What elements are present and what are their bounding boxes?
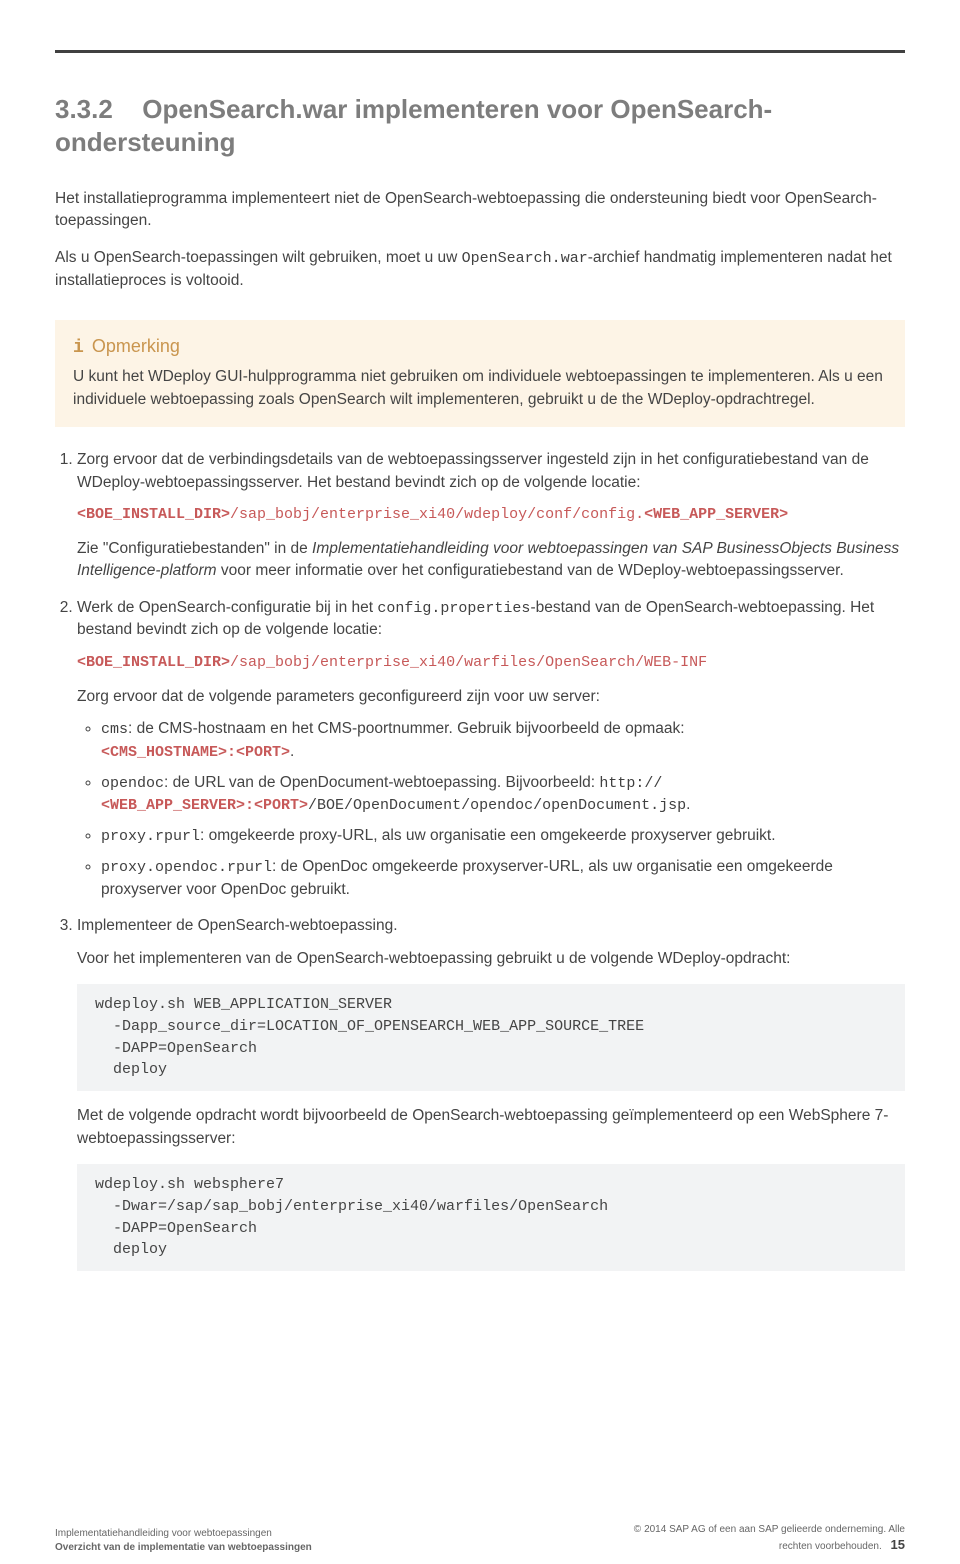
step1-after-post: voor meer informatie over het configurat…: [217, 562, 844, 579]
step1-after-pre: Zie "Configuratiebestanden" in de: [77, 540, 312, 557]
step1-path-var2: <WEB_APP_SERVER>: [644, 506, 788, 523]
bullet-opendoc-code: opendoc: [101, 775, 164, 792]
bullet-opendoc-http: http://: [599, 775, 662, 792]
step-2: Werk de OpenSearch-configuratie bij in h…: [77, 597, 905, 901]
copyright-icon: ©: [634, 1523, 641, 1537]
footer-right-line2: rechten voorbehouden. 15: [634, 1536, 905, 1554]
codeblock-1: wdeploy.sh WEB_APPLICATION_SERVER -Dapp_…: [77, 984, 905, 1091]
footer-r1-text: 2014 SAP AG of een aan SAP gelieerde ond…: [644, 1524, 905, 1535]
note-text: U kunt het WDeploy GUI-hulpprogramma nie…: [73, 366, 887, 411]
bullet-cms-t1: : de CMS-hostnaam en het CMS-poortnummer…: [128, 720, 685, 737]
step3-sub: Voor het implementeren van de OpenSearch…: [77, 948, 905, 970]
footer-r2-text: rechten voorbehouden.: [779, 1541, 882, 1552]
step2-code: config.properties: [377, 600, 530, 617]
para-2: Als u OpenSearch-toepassingen wilt gebru…: [55, 247, 905, 292]
para2-pre: Als u OpenSearch-toepassingen wilt gebru…: [55, 249, 462, 266]
note-title: i Opmerking: [73, 336, 887, 358]
info-icon: i: [73, 338, 84, 358]
bullet-cms-fmt: <CMS_HOSTNAME>:<PORT>: [101, 744, 290, 761]
top-rule: [55, 50, 905, 53]
note-label: Opmerking: [92, 336, 180, 356]
step2-params-intro: Zorg ervoor dat de volgende parameters g…: [77, 688, 600, 705]
bullet-proxyopendoc: proxy.opendoc.rpurl: de OpenDoc omgekeer…: [101, 856, 905, 901]
step1-path-var1: <BOE_INSTALL_DIR>: [77, 506, 230, 523]
bullet-cms-code: cms: [101, 721, 128, 738]
step2-bullets: cms: de CMS-hostnaam en het CMS-poortnum…: [77, 718, 905, 901]
section-number: 3.3.2: [55, 93, 135, 126]
section-title-l1: OpenSearch.war implementeren voor OpenSe…: [142, 94, 772, 124]
bullet-cms-t3: .: [290, 743, 294, 760]
bullet-proxy-code: proxy.rpurl: [101, 828, 200, 845]
bullet-opendoc: opendoc: de URL van de OpenDocument-webt…: [101, 772, 905, 818]
bullet-cms: cms: de CMS-hostnaam en het CMS-poortnum…: [101, 718, 905, 764]
section-title-l2: ondersteuning: [55, 127, 236, 157]
step1-text: Zorg ervoor dat de verbindingsdetails va…: [77, 451, 869, 490]
footer-left-line1: Implementatiehandleiding voor webtoepass…: [55, 1527, 312, 1541]
bullet-opendoc-server: <WEB_APP_SERVER>:<PORT>: [101, 797, 308, 814]
inline-code-opensearchwar: OpenSearch.war: [462, 250, 588, 267]
step2-path: <BOE_INSTALL_DIR>/sap_bobj/enterprise_xi…: [77, 652, 905, 674]
step-1: Zorg ervoor dat de verbindingsdetails va…: [77, 449, 905, 583]
bullet-opendoc-pathrest: /BOE/OpenDocument/opendoc/openDocument.j…: [308, 797, 686, 814]
bullet-proxy: proxy.rpurl: omgekeerde proxy-URL, als u…: [101, 825, 905, 848]
bullet-opendoc-t5: .: [686, 796, 690, 813]
note-box: i Opmerking U kunt het WDeploy GUI-hulppr…: [55, 320, 905, 427]
page-footer: Implementatiehandleiding voor webtoepass…: [55, 1507, 905, 1564]
footer-right-line1: ©2014 SAP AG of een aan SAP gelieerde on…: [634, 1523, 905, 1537]
intro-paragraph: Het installatieprogramma implementeert n…: [55, 188, 905, 233]
bullet-proxyopendoc-code: proxy.opendoc.rpurl: [101, 859, 272, 876]
bullet-proxy-t1: : omgekeerde proxy-URL, als uw organisat…: [200, 827, 776, 844]
step1-path: <BOE_INSTALL_DIR>/sap_bobj/enterprise_xi…: [77, 504, 905, 526]
step-3: Implementeer de OpenSearch-webtoepassing…: [77, 915, 905, 1271]
step3-mid: Met de volgende opdracht wordt bijvoorbe…: [77, 1105, 905, 1150]
footer-left-line2: Overzicht van de implementatie van webto…: [55, 1541, 312, 1555]
step2-path-var: <BOE_INSTALL_DIR>: [77, 654, 230, 671]
page-number: 15: [891, 1537, 905, 1552]
footer-right: ©2014 SAP AG of een aan SAP gelieerde on…: [634, 1523, 905, 1554]
codeblock-2: wdeploy.sh websphere7 -Dwar=/sap/sap_bob…: [77, 1164, 905, 1271]
step1-path-rest: /sap_bobj/enterprise_xi40/wdeploy/conf/c…: [230, 506, 644, 523]
section-heading: 3.3.2 OpenSearch.war implementeren voor …: [55, 93, 905, 158]
step2-path-rest: /sap_bobj/enterprise_xi40/warfiles/OpenS…: [230, 654, 707, 671]
step3-title: Implementeer de OpenSearch-webtoepassing…: [77, 917, 398, 934]
document-page: 3.3.2 OpenSearch.war implementeren voor …: [0, 0, 960, 1564]
step2-pre: Werk de OpenSearch-configuratie bij in h…: [77, 599, 377, 616]
ordered-steps: Zorg ervoor dat de verbindingsdetails va…: [55, 449, 905, 1285]
footer-left: Implementatiehandleiding voor webtoepass…: [55, 1527, 312, 1554]
bullet-opendoc-t1: : de URL van de OpenDocument-webtoepassi…: [164, 774, 599, 791]
